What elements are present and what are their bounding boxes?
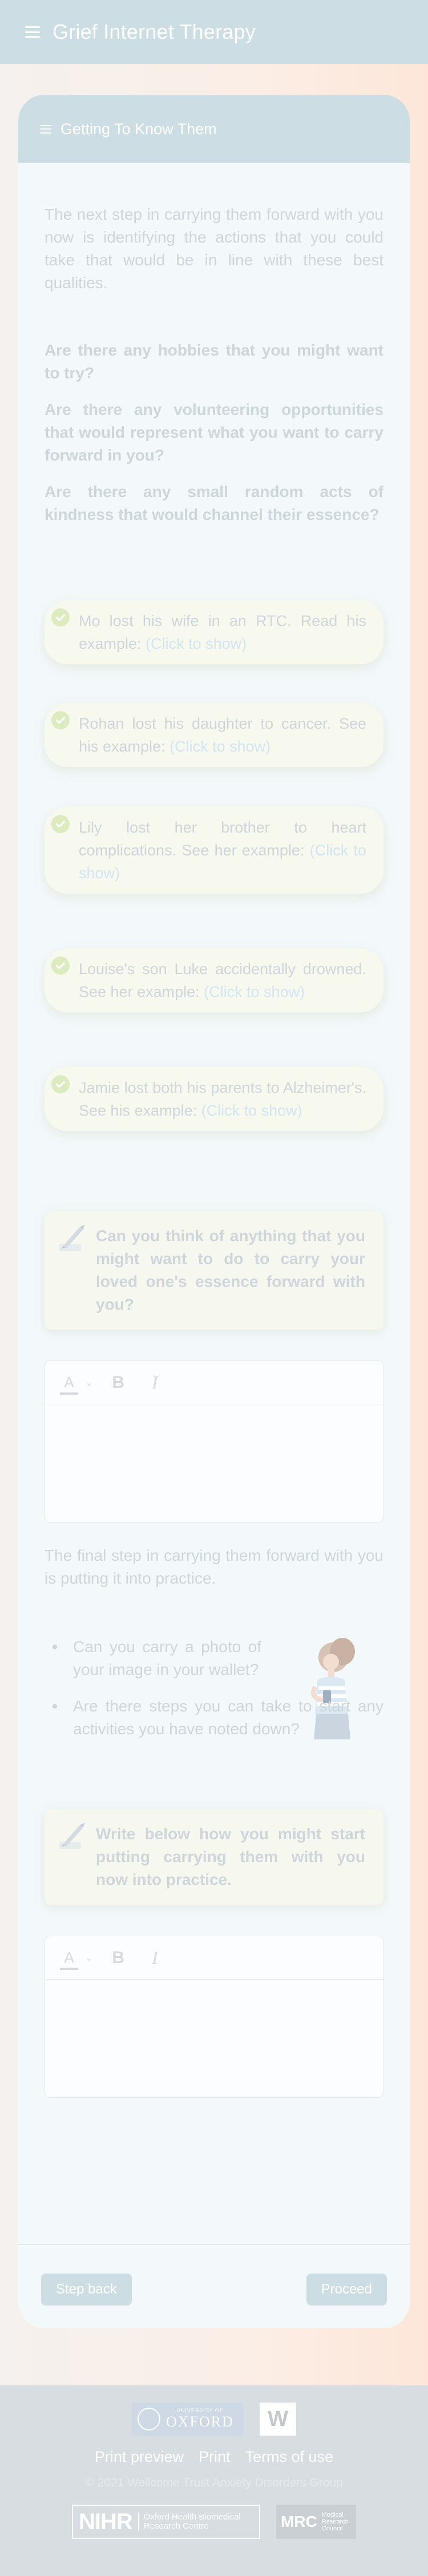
- text-color-button[interactable]: A: [58, 1949, 80, 1970]
- oxford-logo[interactable]: UNIVERSITY OF OXFORD: [132, 2403, 244, 2436]
- show-example-link[interactable]: (Click to show): [146, 635, 247, 652]
- practice-list: Can you carry a photo of your image in y…: [45, 1636, 383, 1741]
- nihr-logo[interactable]: NIHR Oxford Health Biomedical Research Ce…: [72, 2505, 260, 2539]
- card-title: Getting To Know Them: [60, 120, 217, 138]
- mrc-logo-text: MRC: [281, 2513, 317, 2530]
- practice-editor: A ⌄ B I: [45, 1936, 383, 2098]
- nihr-logo-subtext: Oxford Health Biomedical Research Centre: [138, 2513, 241, 2531]
- example-jamie: Jamie lost both his parents to Alzheimer…: [45, 1067, 383, 1131]
- chevron-down-icon[interactable]: ⌄: [85, 1952, 92, 1964]
- bullet-photo: Can you carry a photo of your image in y…: [45, 1636, 261, 1681]
- check-icon: [51, 1075, 70, 1093]
- check-icon: [51, 815, 70, 833]
- show-example-link[interactable]: (Click to show): [204, 983, 305, 1000]
- question-kindness: Are there any small random acts of kindn…: [45, 483, 383, 523]
- top-bar: Grief Internet Therapy: [0, 0, 428, 64]
- oxford-logo-text: OXFORD: [166, 2413, 234, 2430]
- nihr-logo-text: NIHR: [79, 2509, 133, 2534]
- italic-button[interactable]: I: [152, 1947, 158, 1968]
- terms-of-use-link[interactable]: Terms of use: [245, 2448, 334, 2466]
- text-color-button[interactable]: A: [58, 1374, 80, 1395]
- response-editor: A ⌄ B I: [45, 1360, 383, 1523]
- example-rohan: Rohan lost his daughter to cancer. See h…: [45, 703, 383, 767]
- app-title: Grief Internet Therapy: [53, 20, 256, 43]
- section-menu-icon[interactable]: [40, 124, 51, 134]
- module-card: Getting To Know Them The next step in ca…: [18, 95, 410, 2328]
- editor-toolbar: A ⌄ B I: [45, 1936, 383, 1980]
- question-volunteering: Are there any volunteering opportunities…: [45, 401, 383, 464]
- mrc-logo[interactable]: MRC Medical Research Council: [276, 2505, 356, 2539]
- editor-toolbar: A ⌄ B I: [45, 1361, 383, 1404]
- footer-logos: UNIVERSITY OF OXFORD W: [0, 2385, 428, 2436]
- card-header: Getting To Know Them: [18, 95, 410, 163]
- check-icon: [51, 608, 70, 627]
- proceed-button[interactable]: Proceed: [306, 2274, 387, 2306]
- bullet-steps: Are there steps you can take to start an…: [45, 1695, 383, 1741]
- print-preview-link[interactable]: Print preview: [95, 2448, 184, 2466]
- card-content: The next step in carrying them forward w…: [18, 163, 410, 2098]
- show-example-link[interactable]: (Click to show): [201, 1102, 302, 1119]
- site-footer: UNIVERSITY OF OXFORD W Print preview Pri…: [0, 2385, 428, 2576]
- italic-button[interactable]: I: [152, 1372, 158, 1393]
- example-louise: Louise's son Luke accidentally drowned. …: [45, 948, 383, 1012]
- mrc-logo-subtext: Medical Research Council: [321, 2512, 349, 2532]
- wellcome-logo[interactable]: W: [260, 2403, 296, 2436]
- check-icon: [51, 956, 70, 975]
- copyright-text: © 2021 Wellcome Trust Anxiety Disorders …: [85, 2476, 343, 2489]
- editor-text-area[interactable]: [45, 1980, 383, 2097]
- partner-logos: NIHR Oxford Health Biomedical Research Ce…: [0, 2505, 428, 2539]
- print-link[interactable]: Print: [199, 2448, 231, 2466]
- quill-pen-icon: [59, 1225, 84, 1251]
- example-lily: Lily lost her brother to heart complicat…: [45, 807, 383, 894]
- bold-button[interactable]: B: [112, 1948, 124, 1968]
- question-hobbies: Are there any hobbies that you might wan…: [45, 341, 383, 382]
- prompt-text: Can you think of anything that you might…: [96, 1227, 365, 1313]
- practice-prompt: Write below how you might start putting …: [45, 1809, 383, 1905]
- step-navigation: Step back Proceed: [18, 2244, 410, 2328]
- bold-button[interactable]: B: [112, 1373, 124, 1392]
- prompt-text: Write below how you might start putting …: [96, 1825, 365, 1888]
- footer-links: Print preview Print Terms of use: [0, 2448, 428, 2466]
- quill-pen-icon: [59, 1823, 84, 1849]
- show-example-link[interactable]: (Click to show): [169, 738, 270, 755]
- page: Grief Internet Therapy Getting To Know T…: [0, 0, 428, 2576]
- menu-icon[interactable]: [25, 26, 40, 38]
- chevron-down-icon[interactable]: ⌄: [85, 1377, 92, 1388]
- oxford-logo-small-text: UNIVERSITY OF: [176, 2408, 224, 2413]
- question-list: Are there any hobbies that you might wan…: [45, 339, 383, 526]
- editor-text-area[interactable]: [45, 1404, 383, 1522]
- reflection-prompt: Can you think of anything that you might…: [45, 1211, 383, 1330]
- intro-paragraph: The next step in carrying them forward w…: [45, 205, 383, 292]
- step-back-button[interactable]: Step back: [41, 2274, 132, 2306]
- check-icon: [51, 711, 70, 729]
- example-mo: Mo lost his wife in an RTC. Read his exa…: [45, 600, 383, 664]
- example-list: Mo lost his wife in an RTC. Read his exa…: [45, 600, 383, 1131]
- oxford-crest-icon: [138, 2408, 160, 2430]
- final-step-paragraph: The final step in carrying them forward …: [45, 1547, 383, 1587]
